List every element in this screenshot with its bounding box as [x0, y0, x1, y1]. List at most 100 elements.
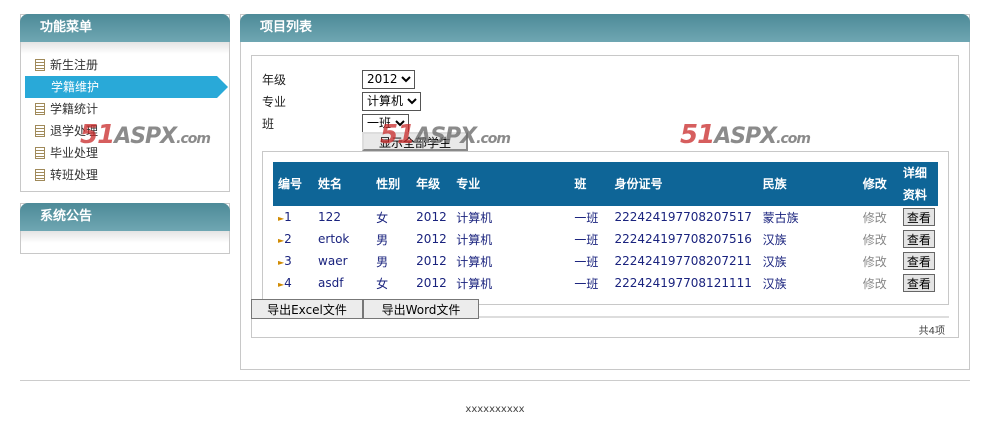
- view-details-button[interactable]: 查看: [902, 230, 935, 248]
- sidebar-item-transfer[interactable]: 转班处理: [25, 164, 229, 186]
- sidebar-item-graduate[interactable]: 毕业处理: [25, 142, 229, 164]
- column-header: 民族: [757, 162, 858, 206]
- cell: 修改: [858, 250, 898, 272]
- column-header: 班: [569, 162, 610, 206]
- cell: 一班: [574, 276, 599, 291]
- document-icon: [35, 147, 45, 159]
- column-header: 修改: [857, 162, 898, 206]
- cell: 计算机: [456, 210, 493, 225]
- sidebar-item-label: 学籍统计: [50, 102, 99, 116]
- cell: ►2: [273, 228, 313, 250]
- cell: 一班: [574, 210, 599, 225]
- sidebar-item-label: 退学处理: [50, 124, 99, 138]
- edit-link[interactable]: 修改: [863, 277, 887, 291]
- menu-panel: 功能菜单 新生注册 学籍维护 学籍统计 退学处理 毕业处理 转班处理: [20, 14, 230, 192]
- sidebar-item-withdraw[interactable]: 退学处理: [25, 120, 229, 142]
- cell: 2012: [416, 232, 447, 246]
- document-icon: [35, 125, 45, 137]
- document-icon: [35, 103, 45, 115]
- edit-link[interactable]: 修改: [863, 233, 887, 247]
- cell: ertok: [318, 232, 350, 246]
- menu-panel-title: 功能菜单: [20, 14, 230, 42]
- table-row: ►3 waer 男 2012 计算机 一班 222424197708207211 汉族 修改 查看: [273, 250, 938, 272]
- view-details-button[interactable]: 查看: [902, 252, 935, 270]
- sidebar-item-label: 转班处理: [50, 168, 99, 182]
- document-icon: [35, 59, 45, 71]
- cell: 查看: [898, 228, 938, 250]
- sidebar-item-statistics[interactable]: 学籍统计: [25, 98, 229, 120]
- grade-label: 年级: [262, 72, 287, 87]
- main-panel: 项目列表 年级 2012 专业 计算机 班一班 显示全部学生 编号 姓名 性别 年级 专业班…: [240, 14, 970, 370]
- sidebar-item-label: 新生注册: [50, 58, 99, 72]
- column-header: 姓名: [313, 162, 372, 206]
- filter-form: 年级 2012 专业 计算机 班 一班: [262, 68, 421, 134]
- column-header: 年级: [411, 162, 452, 206]
- table-row: ►2 ertok 男 2012 计算机 一班 222424197708207516 汉族 修改 查…: [273, 228, 938, 250]
- table-row: ►4 asdf 女 2012 计算机 一班 222424197708121111 汉族 修改 查看: [273, 272, 938, 294]
- content-box: 年级 2012 专业 计算机 班一班 显示全部学生 编号 姓名 性别 年级 专业班身份证号民…: [251, 55, 959, 338]
- notice-panel: 系统公告: [20, 203, 230, 254]
- row-id: 2: [284, 232, 292, 246]
- cell: 计算机: [456, 232, 493, 247]
- cell: 男: [376, 254, 389, 269]
- cell: 222424197708207517: [614, 210, 752, 224]
- class-select[interactable]: 一班: [362, 113, 409, 133]
- cell: 222424197708207516: [614, 232, 752, 246]
- export-excel-button[interactable]: 导出Excel文件: [251, 299, 363, 319]
- cell: 一班: [574, 232, 599, 247]
- cell: 查看: [898, 250, 938, 272]
- edit-link[interactable]: 修改: [863, 255, 887, 269]
- sidebar-item-maintain[interactable]: 学籍维护: [25, 76, 228, 98]
- table-header-row: 编号 姓名 性别 年级 专业班身份证号 民族 修改 详细资料: [273, 162, 938, 206]
- cell: 汉族: [762, 232, 787, 247]
- grade-select[interactable]: 2012: [362, 69, 415, 89]
- major-label: 专业: [262, 94, 287, 109]
- cell: 女: [376, 276, 389, 291]
- footer-text: xxxxxxxxxx: [465, 404, 525, 415]
- edit-link[interactable]: 修改: [863, 211, 887, 225]
- cell: 一班: [574, 254, 599, 269]
- total-count: 共4项: [918, 326, 945, 337]
- sidebar-menu: 新生注册 学籍维护 学籍统计 退学处理 毕业处理 转班处理: [21, 54, 229, 186]
- row-id: 3: [284, 254, 292, 268]
- pager: 共4项: [262, 316, 949, 337]
- sidebar-item-label: 毕业处理: [50, 146, 99, 160]
- table-box: 编号 姓名 性别 年级 专业班身份证号 民族 修改 详细资料 ►1 122 女 2012 计算机 一班 2…: [262, 151, 949, 305]
- table-row: ►1 122 女 2012 计算机 一班 222424197708207517 蒙古族 修改 查看: [273, 206, 938, 228]
- column-header: 专业: [451, 162, 570, 206]
- cell: 222424197708121111: [614, 276, 752, 290]
- cell: waer: [318, 254, 348, 268]
- cell: 2012: [416, 276, 447, 290]
- cell: 222424197708207211: [614, 254, 752, 268]
- student-table: 编号 姓名 性别 年级 专业班身份证号 民族 修改 详细资料 ►1 122 女 2012 计算机 一班 2…: [273, 162, 938, 294]
- document-icon: [35, 169, 45, 181]
- cell: 查看: [898, 272, 938, 294]
- show-all-students-button[interactable]: 显示全部学生: [362, 132, 468, 151]
- view-details-button[interactable]: 查看: [902, 208, 935, 226]
- cell: 女: [376, 210, 389, 225]
- cell: 蒙古族: [762, 210, 799, 225]
- cell: 2012: [416, 254, 447, 268]
- sidebar-item-label: 学籍维护: [51, 80, 100, 94]
- column-header: 详细资料: [897, 162, 938, 206]
- cell: 计算机: [456, 276, 493, 291]
- sidebar-item-register[interactable]: 新生注册: [25, 54, 229, 76]
- cell: 修改: [858, 206, 898, 228]
- export-word-button[interactable]: 导出Word文件: [363, 299, 479, 319]
- main-panel-title: 项目列表: [240, 14, 970, 42]
- view-details-button[interactable]: 查看: [902, 274, 935, 292]
- class-label: 班: [262, 116, 275, 131]
- notice-panel-title: 系统公告: [20, 203, 230, 231]
- column-header: 性别: [371, 162, 412, 206]
- cell: 2012: [416, 210, 447, 224]
- cell: 修改: [858, 228, 898, 250]
- row-id: 1: [284, 210, 292, 224]
- cell: 计算机: [456, 254, 493, 269]
- cell: ►3: [273, 250, 313, 272]
- cell: 汉族: [762, 276, 787, 291]
- major-select[interactable]: 计算机: [362, 91, 421, 111]
- cell: ►4: [273, 272, 313, 294]
- cell: 122: [318, 210, 341, 224]
- cell: asdf: [318, 276, 344, 290]
- header-shade: [21, 231, 229, 243]
